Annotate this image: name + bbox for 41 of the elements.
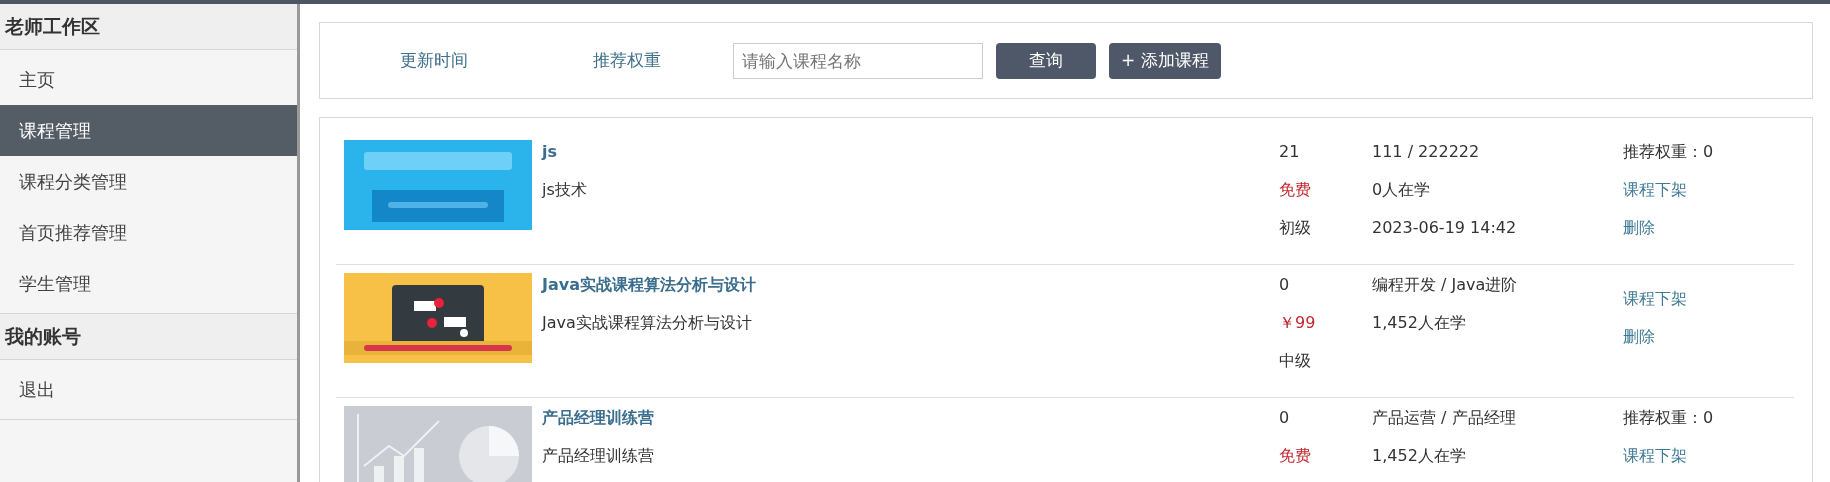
student-count: 1,452人在学 (1372, 312, 1467, 334)
course-description: 产品经理训练营 (542, 445, 655, 467)
course-title[interactable]: 产品经理训练营 (542, 406, 1279, 430)
category-text: 产品运营 / 产品经理 (1372, 407, 1517, 429)
action-link[interactable]: 删除 (1623, 216, 1794, 240)
category-text: 编程开发 / Java进阶 (1372, 274, 1519, 296)
sidebar-item[interactable]: 课程管理 (0, 105, 297, 156)
sidebar-item[interactable]: 学生管理 (0, 258, 297, 309)
price-text: 免费 (1279, 445, 1312, 467)
weight-text: 推荐权重：0 (1623, 141, 1715, 163)
level-text: 中级 (1279, 350, 1312, 372)
action-link[interactable]: 删除 (1623, 325, 1794, 349)
price-text: ￥99 (1279, 312, 1317, 334)
course-title[interactable]: Java实战课程算法分析与设计 (542, 273, 1279, 297)
count-text: 21 (1279, 141, 1301, 163)
count-text: 0 (1279, 274, 1291, 296)
sort-link[interactable]: 推荐权重 (593, 49, 661, 72)
student-count: 0人在学 (1372, 179, 1432, 201)
sort-link[interactable]: 更新时间 (400, 49, 468, 72)
action-link[interactable]: 课程下架 (1623, 178, 1794, 202)
action-link[interactable]: 课程下架 (1623, 444, 1794, 468)
sidebar-item[interactable]: 首页推荐管理 (0, 207, 297, 258)
course-description: Java实战课程算法分析与设计 (542, 312, 753, 334)
course-title[interactable]: js (542, 140, 1279, 164)
sidebar-heading: 我的账号 (0, 314, 297, 360)
student-count: 1,452人在学 (1372, 445, 1467, 467)
sidebar-item[interactable]: 课程分类管理 (0, 156, 297, 207)
action-link[interactable]: 课程下架 (1623, 287, 1794, 311)
date-text: 2023-06-19 14:42 (1372, 217, 1518, 239)
category-text: 111 / 222222 (1372, 141, 1481, 163)
search-field[interactable]: 请输入课程名称 (733, 42, 983, 79)
weight-text: 推荐权重：0 (1623, 407, 1715, 429)
sidebar-item[interactable]: 退出 (0, 364, 297, 415)
level-text: 初级 (1279, 217, 1312, 239)
course-description: js技术 (542, 179, 588, 201)
sidebar-item[interactable]: 主页 (0, 54, 297, 105)
sidebar-heading: 老师工作区 (0, 4, 297, 50)
price-text: 免费 (1279, 179, 1312, 201)
query-button[interactable]: 查询 (996, 42, 1096, 79)
add-course-button[interactable]: + 添加课程 (1109, 42, 1221, 79)
count-text: 0 (1279, 407, 1291, 429)
